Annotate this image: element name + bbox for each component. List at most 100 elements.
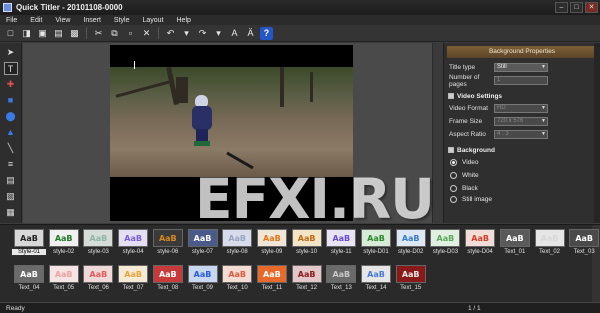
style-preview: AaB xyxy=(187,265,218,283)
arrange-tool-icon[interactable]: ▤ xyxy=(4,174,18,187)
style-preview: AaB xyxy=(326,265,357,283)
new-icon[interactable]: □ xyxy=(4,27,17,40)
group-tool-icon[interactable]: ▦ xyxy=(4,206,18,219)
delete-icon[interactable]: ✕ xyxy=(140,27,153,40)
menu-file[interactable]: File xyxy=(6,17,17,24)
ellipse-tool-icon[interactable]: ⬤ xyxy=(4,110,18,123)
cut-icon[interactable]: ✂ xyxy=(92,27,105,40)
redo-icon[interactable]: ↷ xyxy=(196,27,209,40)
style-tile[interactable]: AaB style-10 xyxy=(290,229,324,261)
menu-view[interactable]: View xyxy=(55,17,70,24)
style-preview: AaB xyxy=(118,229,149,247)
style-tile[interactable]: AaB Text_06 xyxy=(81,265,115,297)
paste-icon[interactable]: ▫ xyxy=(124,27,137,40)
undo-icon[interactable]: ↶ xyxy=(164,27,177,40)
panel-scrollbar[interactable] xyxy=(594,43,600,223)
menu-style[interactable]: Style xyxy=(114,17,130,24)
text-style-icon[interactable]: A xyxy=(228,27,241,40)
collapse-icon[interactable] xyxy=(448,93,454,99)
style-tile[interactable]: AaB style-D02 xyxy=(394,229,428,261)
background-white-radio[interactable]: White xyxy=(444,169,600,182)
style-tile[interactable]: AaB Text_13 xyxy=(324,265,358,297)
line-tool-icon[interactable]: ╲ xyxy=(4,142,18,155)
style-preview: AaB xyxy=(534,229,565,247)
menu-layout[interactable]: Layout xyxy=(142,17,163,24)
style-tile[interactable]: AaB Text_08 xyxy=(151,265,185,297)
background-still-radio[interactable]: Still image xyxy=(444,195,600,203)
style-label: Text_07 xyxy=(122,285,144,291)
video-settings-section[interactable]: Video Settings xyxy=(444,90,600,102)
style-tile[interactable]: AaB Text_09 xyxy=(186,265,220,297)
style-tile[interactable]: AaB Text_03 xyxy=(567,229,600,261)
close-button[interactable]: ✕ xyxy=(585,2,598,13)
export-icon[interactable]: ▩ xyxy=(68,27,81,40)
layer-tool-icon[interactable]: ▧ xyxy=(4,190,18,203)
title-type-select[interactable]: Still ▼ xyxy=(494,63,548,72)
style-tile[interactable]: AaB Text_11 xyxy=(255,265,289,297)
style-tile[interactable]: AaB Text_04 xyxy=(12,265,46,297)
style-tile[interactable]: AaB Text_12 xyxy=(290,265,324,297)
menu-help[interactable]: Help xyxy=(177,17,191,24)
redo-dropdown-icon[interactable]: ▾ xyxy=(212,27,225,40)
style-tile[interactable]: AaB style-04 xyxy=(116,229,150,261)
background-black-radio[interactable]: Black xyxy=(444,182,600,195)
menu-bar: File Edit View Insert Style Layout Help xyxy=(0,15,600,25)
open-icon[interactable]: ◨ xyxy=(20,27,33,40)
help-icon[interactable]: ? xyxy=(260,26,273,40)
style-preview: AaB xyxy=(83,229,114,247)
style-label: Text_06 xyxy=(87,285,109,291)
style-tile[interactable]: AaB style-D01 xyxy=(359,229,393,261)
background-section[interactable]: Background xyxy=(444,144,600,156)
style-label: style-06 xyxy=(157,249,179,255)
text-cursor xyxy=(134,61,135,69)
style-tile[interactable]: AaB Text_07 xyxy=(116,265,150,297)
video-format-row: Video Format HD ▼ xyxy=(449,104,548,113)
menu-insert[interactable]: Insert xyxy=(83,17,101,24)
style-tile[interactable]: AaB style-11 xyxy=(324,229,358,261)
style-tile[interactable]: AaB style-06 xyxy=(151,229,185,261)
style-preview: AaB xyxy=(83,265,114,283)
text-effect-icon[interactable]: Ä xyxy=(244,27,257,40)
style-label: style-04 xyxy=(122,249,144,255)
background-video-radio[interactable]: Video xyxy=(444,156,600,169)
collapse-icon[interactable] xyxy=(448,147,454,153)
style-label: Text_12 xyxy=(296,285,318,291)
style-label: Text_04 xyxy=(18,285,40,291)
tool-palette: ➤ T ✚ ■ ⬤ ▲ ╲ ≡ ▤ ▧ ▦ xyxy=(0,43,22,223)
minimize-button[interactable]: – xyxy=(555,2,568,13)
style-label: Text_11 xyxy=(261,285,283,291)
toolbar-separator xyxy=(158,27,159,39)
crop-tool-icon[interactable]: ✚ xyxy=(4,78,18,91)
save-as-icon[interactable]: ▤ xyxy=(52,27,65,40)
style-tile[interactable]: AaB style-03 xyxy=(81,229,115,261)
style-tile[interactable]: AaB style-D04 xyxy=(463,229,497,261)
style-preview: AaB xyxy=(152,229,183,247)
title-bar: Quick Titler - 20101108-0000 – □ ✕ xyxy=(0,0,600,15)
style-preview: AaB xyxy=(222,265,253,283)
rectangle-tool-icon[interactable]: ■ xyxy=(4,94,18,107)
maximize-button[interactable]: □ xyxy=(570,2,583,13)
style-tile[interactable]: AaB style-D03 xyxy=(428,229,462,261)
style-preview: AaB xyxy=(14,265,44,283)
style-gallery: AaB Style-01 AaB style-02 AaB style-03 AaB styl… xyxy=(0,224,600,303)
style-tile[interactable]: AaB Text_05 xyxy=(47,265,81,297)
copy-icon[interactable]: ⧉ xyxy=(108,27,121,40)
style-tile[interactable]: AaB Style-01 xyxy=(11,229,47,261)
style-tile[interactable]: AaB style-08 xyxy=(220,229,254,261)
style-tile[interactable]: AaB style-07 xyxy=(186,229,220,261)
triangle-tool-icon[interactable]: ▲ xyxy=(4,126,18,139)
style-tile[interactable]: AaB style-02 xyxy=(47,229,81,261)
style-label: style-07 xyxy=(191,249,213,255)
align-tool-icon[interactable]: ≡ xyxy=(4,158,18,171)
style-tile[interactable]: AaB Text_10 xyxy=(220,265,254,297)
style-tile[interactable]: AaB style-09 xyxy=(255,229,289,261)
save-icon[interactable]: ▣ xyxy=(36,27,49,40)
style-tile[interactable]: AaB Text_01 xyxy=(498,229,532,261)
menu-edit[interactable]: Edit xyxy=(30,17,42,24)
style-tile[interactable]: AaB Text_14 xyxy=(359,265,393,297)
undo-dropdown-icon[interactable]: ▾ xyxy=(180,27,193,40)
text-tool-icon[interactable]: T xyxy=(3,62,18,75)
style-tile[interactable]: AaB Text_02 xyxy=(533,229,567,261)
select-arrow-icon[interactable]: ➤ xyxy=(4,46,18,59)
style-tile[interactable]: AaB Text_15 xyxy=(394,265,428,297)
